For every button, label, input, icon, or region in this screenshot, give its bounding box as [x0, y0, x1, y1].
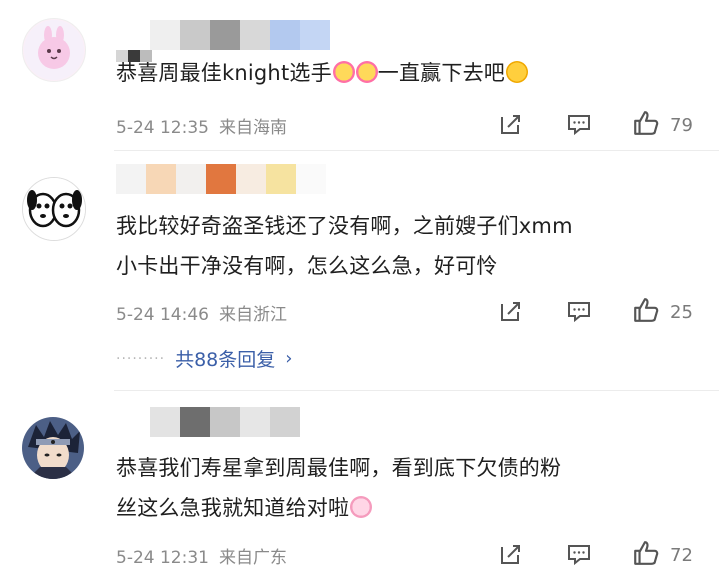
share-icon[interactable] [498, 111, 524, 137]
comment-icon[interactable] [566, 541, 592, 567]
share-icon[interactable] [498, 298, 524, 324]
like-count: 79 [670, 114, 693, 136]
replies-count: 共88条回复 [175, 349, 276, 371]
username-mosaic[interactable] [150, 20, 330, 50]
timestamp: 5-24 12:35 [116, 118, 209, 138]
timestamp: 5-24 14:46 [116, 305, 209, 325]
thumbs-up-icon [632, 109, 660, 141]
dotted-line: ········· [116, 350, 166, 367]
comment-text: 我比较好奇盗圣钱还了没有啊，之前嫂子们xmm 小卡出干净没有啊，怎么这么急，好可… [116, 206, 706, 286]
bunny-avatar[interactable] [22, 18, 86, 82]
like-count: 25 [670, 301, 693, 323]
comment-icon[interactable] [566, 111, 592, 137]
comment-text: 恭喜我们寿星拿到周最佳啊，看到底下欠债的粉 丝这么急我就知道给对啦 [116, 448, 706, 528]
like-count: 72 [670, 544, 693, 566]
comment-meta: 5-24 12:31 来自广东 [116, 543, 297, 568]
like-button[interactable]: 79 [632, 109, 693, 141]
chevron-right-icon: › [285, 348, 293, 369]
comment-line-1: 我比较好奇盗圣钱还了没有啊，之前嫂子们xmm [116, 214, 573, 238]
timestamp: 5-24 12:31 [116, 548, 209, 568]
thumbs-up-icon [632, 296, 660, 328]
cartoon-dogs-avatar[interactable] [22, 177, 86, 241]
comment-1: 恭喜周最佳knight选手 一直赢下去吧 5-24 12:35 来自海南 79 [0, 0, 719, 150]
comment-line-1: 恭喜我们寿星拿到周最佳啊，看到底下欠债的粉 [116, 456, 562, 480]
pink-bunny-emoji [350, 496, 373, 518]
share-icon[interactable] [498, 541, 524, 567]
heart-eyes-emoji [505, 61, 528, 83]
comment-line-2: 小卡出干净没有啊，怎么这么急，好可怜 [116, 254, 498, 278]
anime-character-avatar[interactable] [22, 417, 84, 479]
username-mosaic[interactable] [116, 164, 326, 194]
like-button[interactable]: 72 [632, 539, 693, 571]
comment-line-2: 丝这么急我就知道给对啦 [116, 496, 350, 520]
username-mosaic[interactable] [150, 407, 300, 437]
location: 来自广东 [218, 548, 287, 568]
comment-text: 恭喜周最佳knight选手 一直赢下去吧 [116, 53, 706, 93]
view-replies-link[interactable]: ········· 共88条回复 › [116, 345, 292, 372]
sparkling-heart-emoji [332, 61, 355, 83]
location: 来自浙江 [218, 305, 287, 325]
like-button[interactable]: 25 [632, 296, 693, 328]
comment-icon[interactable] [566, 298, 592, 324]
sparkling-heart-emoji [355, 61, 378, 83]
comment-meta: 5-24 14:46 来自浙江 [116, 300, 297, 325]
comment-meta: 5-24 12:35 来自海南 [116, 113, 297, 138]
comment-2: 我比较好奇盗圣钱还了没有啊，之前嫂子们xmm 小卡出干净没有啊，怎么这么急，好可… [0, 150, 719, 390]
comment-3: 恭喜我们寿星拿到周最佳啊，看到底下欠债的粉 丝这么急我就知道给对啦 5-24 1… [0, 390, 719, 588]
thumbs-up-icon [632, 539, 660, 571]
location: 来自海南 [218, 118, 287, 138]
